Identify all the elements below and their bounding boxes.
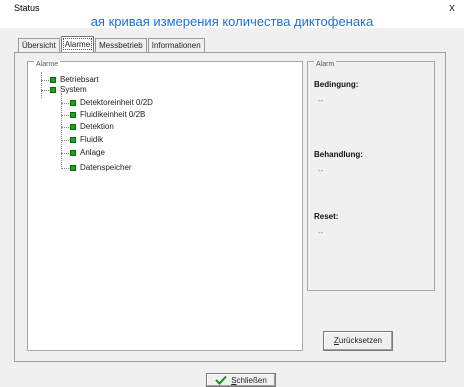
tree-item-system[interactable]: System xyxy=(60,85,87,95)
tree-connector xyxy=(41,72,42,98)
tree-connector xyxy=(61,127,69,128)
tree-item-operating-mode[interactable]: Betriebsart xyxy=(60,75,99,85)
reset-button[interactable]: Zurücksetzen xyxy=(323,331,393,351)
close-button-label: chließen xyxy=(236,375,267,385)
tab-alarms[interactable]: Alarme xyxy=(60,36,95,52)
tab-information[interactable]: Informationen xyxy=(147,38,205,52)
status-window: Status ая кривая измерения количества ди… xyxy=(0,0,464,387)
tree-connector xyxy=(41,90,49,91)
reset-value: -- xyxy=(318,228,324,237)
treatment-label: Behandlung: xyxy=(314,150,363,159)
status-ok-icon xyxy=(50,77,56,83)
close-button[interactable]: Schließen xyxy=(206,373,276,387)
tree-item-plant[interactable]: Anlage xyxy=(80,148,105,158)
tree-connector xyxy=(61,168,69,169)
window-title: Status xyxy=(14,3,40,13)
title-bar: Status ая кривая измерения количества ди… xyxy=(0,0,464,29)
condition-value: -- xyxy=(318,96,324,105)
tree-item-fluidics[interactable]: Fluidik xyxy=(80,135,103,145)
tree-item-fluidics-unit[interactable]: Fluidikeinheit 0/2B xyxy=(80,110,145,120)
tab-strip: Übersicht Alarme Messbetrieb Information… xyxy=(18,36,206,52)
alarm-detail-group: Alarm Bedingung: -- Behandlung: -- Reset… xyxy=(307,61,435,291)
status-ok-icon xyxy=(70,137,76,143)
status-ok-icon xyxy=(70,112,76,118)
status-ok-icon xyxy=(70,100,76,106)
alarm-tree-group: Alarme Betriebsart System Detektoreinhei… xyxy=(27,61,303,351)
reset-button-label: urücksetzen xyxy=(338,336,383,345)
alarm-tree[interactable]: Betriebsart System Detektoreinheit 0/2D … xyxy=(28,62,302,350)
tree-connector xyxy=(41,80,49,81)
tab-overview[interactable]: Übersicht xyxy=(18,38,60,52)
tree-connector xyxy=(61,103,69,104)
status-ok-icon xyxy=(70,124,76,130)
checkmark-icon xyxy=(215,375,227,385)
overlay-caption: ая кривая измерения количества диктофена… xyxy=(90,14,374,29)
alarm-detail-legend: Alarm xyxy=(314,61,337,69)
status-ok-icon xyxy=(70,165,76,171)
tab-measurement[interactable]: Messbetrieb xyxy=(95,38,147,52)
status-ok-icon xyxy=(70,150,76,156)
tree-connector xyxy=(61,93,62,169)
tree-item-data-storage[interactable]: Datenspeicher xyxy=(80,163,132,173)
status-ok-icon xyxy=(50,87,56,93)
reset-label: Reset: xyxy=(314,212,339,221)
close-window-button[interactable]: x xyxy=(446,2,458,14)
tree-connector xyxy=(61,140,69,141)
tree-connector xyxy=(61,115,69,116)
treatment-value: -- xyxy=(318,166,324,175)
tree-item-detection[interactable]: Detektion xyxy=(80,122,114,132)
alarms-tab-panel: Alarme Betriebsart System Detektoreinhei… xyxy=(14,52,446,362)
tree-item-detector-unit[interactable]: Detektoreinheit 0/2D xyxy=(80,98,153,108)
tree-connector xyxy=(61,153,69,154)
condition-label: Bedingung: xyxy=(314,80,359,89)
